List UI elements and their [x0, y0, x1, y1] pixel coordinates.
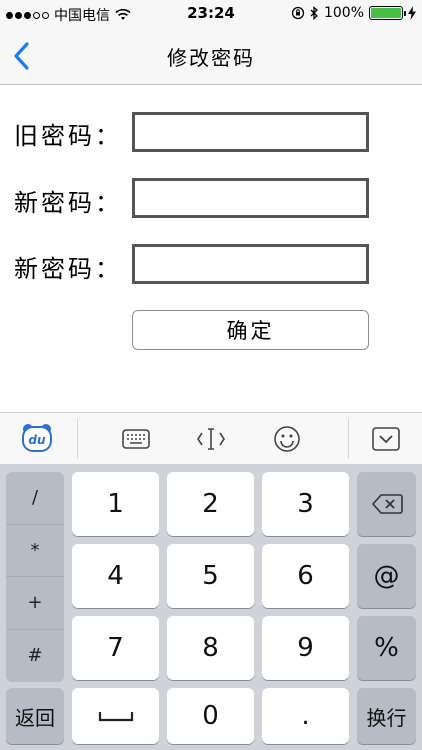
- newline-key-label: 换行: [366, 705, 407, 730]
- old-password-input[interactable]: [132, 112, 369, 152]
- space-key[interactable]: [72, 688, 159, 744]
- key-at[interactable]: @: [357, 544, 416, 608]
- key-7[interactable]: 7: [72, 616, 159, 680]
- back-key[interactable]: 返回: [6, 688, 64, 744]
- back-key-label: 返回: [15, 705, 55, 730]
- keyboard-icon[interactable]: [120, 423, 152, 455]
- key-8[interactable]: 8: [167, 616, 254, 680]
- navigation-bar: 修改密码: [0, 28, 422, 85]
- toolbar-separator: [77, 419, 78, 459]
- backspace-icon: [371, 494, 403, 514]
- hide-keyboard-icon[interactable]: [370, 423, 402, 455]
- key-hash[interactable]: #: [6, 630, 64, 683]
- cursor-move-icon[interactable]: [195, 423, 227, 455]
- baidu-input-logo-icon[interactable]: du: [20, 421, 54, 455]
- space-icon: [98, 712, 133, 722]
- emoji-icon[interactable]: [271, 423, 303, 455]
- key-2[interactable]: 2: [167, 472, 254, 536]
- svg-text:du: du: [28, 433, 46, 447]
- key-3[interactable]: 3: [262, 472, 349, 536]
- toolbar-separator: [348, 419, 349, 459]
- key-4[interactable]: 4: [72, 544, 159, 608]
- numeric-keyboard: / * + # 1 2 3 4 5 6 @ 7 8 9 % 返回 0 . 换行: [0, 464, 422, 750]
- confirm-password-label: 新密码：: [14, 255, 122, 283]
- charging-icon: [408, 6, 416, 20]
- delete-key[interactable]: [357, 472, 416, 536]
- key-5[interactable]: 5: [167, 544, 254, 608]
- confirm-button[interactable]: 确定: [132, 310, 369, 350]
- newline-key[interactable]: 换行: [357, 688, 416, 744]
- key-dot[interactable]: .: [262, 688, 349, 744]
- bluetooth-icon: [310, 6, 318, 20]
- confirm-password-input[interactable]: [132, 244, 369, 284]
- new-password-input[interactable]: [132, 178, 369, 218]
- orientation-lock-icon: [291, 6, 305, 20]
- status-bar: 中国电信 23:24 100%: [0, 0, 422, 28]
- battery-percent: 100%: [323, 5, 364, 21]
- key-1[interactable]: 1: [72, 472, 159, 536]
- key-slash[interactable]: /: [6, 472, 64, 525]
- page-title: 修改密码: [167, 46, 255, 70]
- keyboard-toolbar: du: [0, 412, 422, 464]
- symbol-column: / * + #: [6, 472, 64, 682]
- key-plus[interactable]: +: [6, 577, 64, 630]
- new-password-label: 新密码：: [14, 189, 122, 217]
- status-right: 100%: [291, 5, 416, 21]
- key-0[interactable]: 0: [167, 688, 254, 744]
- key-asterisk[interactable]: *: [6, 525, 64, 577]
- old-password-label: 旧密码：: [14, 122, 122, 150]
- key-9[interactable]: 9: [262, 616, 349, 680]
- battery-icon: [369, 6, 406, 20]
- key-6[interactable]: 6: [262, 544, 349, 608]
- key-percent[interactable]: %: [357, 616, 416, 680]
